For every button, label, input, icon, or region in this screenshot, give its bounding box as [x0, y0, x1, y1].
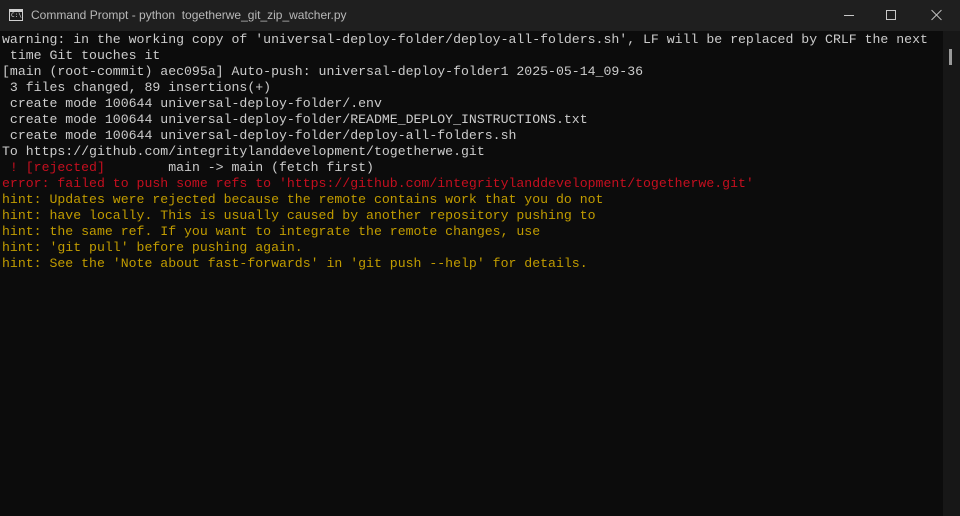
console-line-segment: main -> main (fetch first)	[104, 160, 374, 175]
console-line: create mode 100644 universal-deploy-fold…	[2, 128, 517, 143]
console-line: error: failed to push some refs to 'http…	[2, 176, 754, 191]
minimize-icon	[844, 15, 854, 16]
console-line: hint: the same ref. If you want to integ…	[2, 224, 541, 239]
console-line: 3 files changed, 89 insertions(+)	[2, 80, 272, 95]
app-icon-text: C:\	[11, 12, 22, 19]
close-button[interactable]	[914, 0, 960, 31]
console-line: hint: Updates were rejected because the …	[2, 192, 604, 207]
console-line: create mode 100644 universal-deploy-fold…	[2, 112, 588, 127]
title-bar[interactable]: C:\ Command Prompt - python togetherwe_g…	[0, 0, 960, 31]
minimize-button[interactable]	[826, 0, 872, 31]
console-line: [main (root-commit) aec095a] Auto-push: …	[2, 64, 644, 79]
console-line: warning: in the working copy of 'univers…	[2, 32, 928, 47]
vertical-scrollbar[interactable]	[943, 31, 960, 516]
console-output[interactable]: warning: in the working copy of 'univers…	[2, 32, 940, 516]
console-line: hint: See the 'Note about fast-forwards'…	[2, 256, 588, 271]
window-title: Command Prompt - python togetherwe_git_z…	[31, 8, 347, 22]
scrollbar-thumb[interactable]	[949, 49, 952, 65]
command-prompt-icon[interactable]: C:\	[9, 9, 23, 21]
console-line-segment: ! [rejected]	[2, 160, 105, 175]
console-line: create mode 100644 universal-deploy-fold…	[2, 96, 382, 111]
close-icon	[931, 9, 943, 21]
maximize-icon	[886, 10, 896, 20]
console-line: hint: 'git pull' before pushing again.	[2, 240, 303, 255]
maximize-button[interactable]	[868, 0, 914, 31]
console-line: To https://github.com/integritylanddevel…	[2, 144, 485, 159]
console-line: time Git touches it	[2, 48, 161, 63]
command-prompt-window: C:\ Command Prompt - python togetherwe_g…	[0, 0, 960, 516]
console-line: hint: have locally. This is usually caus…	[2, 208, 596, 223]
console-line: ! [rejected] main -> main (fetch first)	[2, 160, 940, 176]
